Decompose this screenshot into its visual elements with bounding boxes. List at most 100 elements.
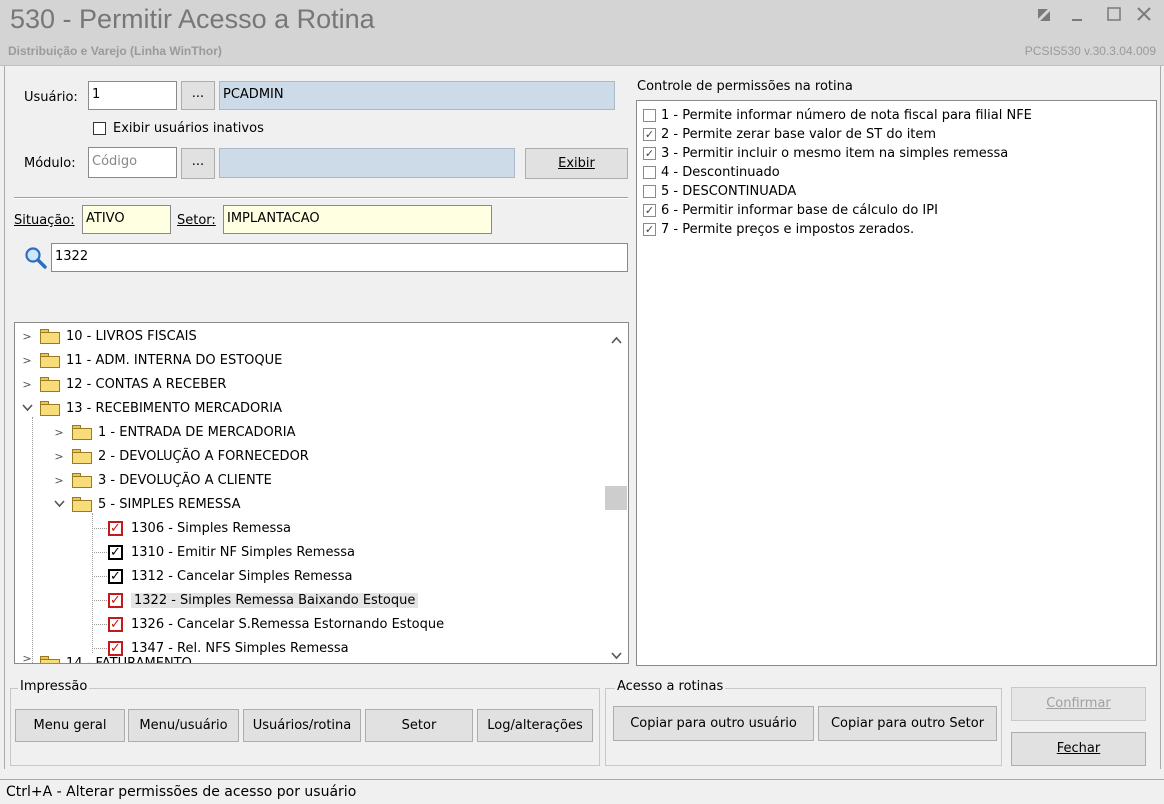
chevron-right-icon[interactable]: > bbox=[20, 330, 34, 343]
chevron-right-icon[interactable]: > bbox=[20, 354, 34, 367]
tree-node[interactable]: 5 - SIMPLES REMESSA bbox=[52, 493, 241, 515]
restore-icon[interactable] bbox=[1033, 6, 1055, 28]
tree-node[interactable]: > 12 - CONTAS A RECEBER bbox=[20, 373, 226, 395]
permission-checkbox[interactable] bbox=[643, 109, 656, 122]
scroll-down-icon[interactable] bbox=[611, 649, 622, 660]
routine-checkbox[interactable]: ✓ bbox=[108, 544, 123, 560]
modulo-lookup-button[interactable]: ... bbox=[181, 148, 215, 179]
routine-checkbox[interactable]: ✓ bbox=[108, 592, 123, 608]
situacao-label: Situação: bbox=[14, 213, 75, 229]
permissions-list: 1 - Permite informar número de nota fisc… bbox=[636, 100, 1157, 666]
tree-node-label: 11 - ADM. INTERNA DO ESTOQUE bbox=[66, 352, 283, 368]
permission-item[interactable]: ✓ 6 - Permitir informar base de cálculo … bbox=[643, 201, 938, 220]
tree-connector bbox=[92, 513, 93, 653]
tree-node-label: 2 - DEVOLUÇÃO A FORNECEDOR bbox=[98, 448, 309, 464]
chevron-right-icon[interactable]: > bbox=[52, 450, 66, 463]
tree-node-label: 1326 - Cancelar S.Remessa Estornando Est… bbox=[131, 616, 445, 632]
permission-label: 2 - Permite zerar base valor de ST do it… bbox=[661, 127, 937, 142]
tree-connector bbox=[92, 648, 107, 649]
tree-node-label: 5 - SIMPLES REMESSA bbox=[98, 496, 241, 512]
routine-checkbox[interactable]: ✓ bbox=[108, 640, 123, 656]
tree-node[interactable]: ✓ 1310 - Emitir NF Simples Remessa bbox=[108, 541, 355, 563]
minimize-icon[interactable] bbox=[1066, 6, 1088, 28]
tree-connector bbox=[92, 600, 107, 601]
routine-tree[interactable]: > 10 - LIVROS FISCAIS > 11 - ADM. INTERN… bbox=[14, 322, 629, 664]
setor-label-text: Setor: bbox=[177, 213, 216, 228]
close-icon[interactable] bbox=[1133, 6, 1155, 28]
log-alteracoes-button[interactable]: Log/alterações bbox=[477, 709, 593, 742]
permission-item[interactable]: ✓ 2 - Permite zerar base valor de ST do … bbox=[643, 125, 936, 144]
scroll-thumb[interactable] bbox=[605, 486, 627, 510]
permission-label: 7 - Permite preços e impostos zerados. bbox=[661, 222, 915, 237]
routine-checkbox[interactable]: ✓ bbox=[108, 568, 123, 584]
tree-node-partial[interactable]: > 14 - FATURAMENTO bbox=[20, 656, 192, 663]
maximize-icon[interactable] bbox=[1103, 6, 1125, 28]
exibir-button[interactable]: Exibir bbox=[525, 148, 628, 179]
permission-item[interactable]: ✓ 7 - Permite preços e impostos zerados. bbox=[643, 220, 914, 239]
copy-to-setor-button[interactable]: Copiar para outro Setor bbox=[818, 706, 997, 741]
menu-geral-button[interactable]: Menu geral bbox=[15, 709, 125, 742]
permission-label: 1 - Permite informar número de nota fisc… bbox=[661, 108, 1032, 123]
fechar-button[interactable]: Fechar bbox=[1011, 732, 1146, 766]
folder-icon bbox=[72, 472, 92, 488]
menu-usuario-button[interactable]: Menu/usuário bbox=[128, 709, 239, 742]
usuarios-rotina-button[interactable]: Usuários/rotina bbox=[243, 709, 361, 742]
setor-field: IMPLANTACAO bbox=[223, 205, 492, 234]
tree-node-label: 1347 - Rel. NFS Simples Remessa bbox=[131, 640, 349, 656]
permission-checkbox[interactable] bbox=[643, 185, 656, 198]
modulo-code-input[interactable]: Código bbox=[88, 147, 177, 178]
permission-item[interactable]: 5 - DESCONTINUADA bbox=[643, 182, 796, 201]
chevron-right-icon[interactable]: > bbox=[52, 426, 66, 439]
tree-node[interactable]: > 1 - ENTRADA DE MERCADORIA bbox=[52, 421, 295, 443]
routine-checkbox[interactable]: ✓ bbox=[108, 616, 123, 632]
chevron-right-icon[interactable]: > bbox=[20, 656, 34, 663]
situacao-field: ATIVO bbox=[82, 205, 171, 234]
tree-node[interactable]: > 3 - DEVOLUÇÃO A CLIENTE bbox=[52, 469, 272, 491]
acesso-title: Acesso a rotinas bbox=[615, 679, 726, 694]
inativos-checkbox[interactable] bbox=[93, 122, 106, 135]
permission-item[interactable]: 4 - Descontinuado bbox=[643, 163, 780, 182]
modulo-label: Módulo: bbox=[24, 156, 76, 171]
folder-icon bbox=[72, 496, 92, 512]
tree-node[interactable]: ✓ 1306 - Simples Remessa bbox=[108, 517, 291, 539]
status-bar: Ctrl+A - Alterar permissões de acesso po… bbox=[0, 779, 1164, 804]
usuario-code-input[interactable]: 1 bbox=[88, 81, 177, 110]
scroll-up-icon[interactable] bbox=[611, 333, 622, 344]
permission-item[interactable]: 1 - Permite informar número de nota fisc… bbox=[643, 106, 1032, 125]
tree-node-label: 3 - DEVOLUÇÃO A CLIENTE bbox=[98, 472, 272, 488]
modulo-name-field bbox=[219, 148, 515, 178]
routine-checkbox[interactable]: ✓ bbox=[108, 520, 123, 536]
folder-icon bbox=[40, 656, 60, 663]
tree-node-label: 1306 - Simples Remessa bbox=[131, 520, 291, 536]
tree-node-selected[interactable]: ✓ 1322 - Simples Remessa Baixando Estoqu… bbox=[108, 589, 419, 611]
chevron-right-icon[interactable]: > bbox=[52, 474, 66, 487]
permission-checkbox[interactable]: ✓ bbox=[643, 223, 656, 236]
fechar-label: Fechar bbox=[1056, 741, 1101, 756]
permission-checkbox[interactable]: ✓ bbox=[643, 147, 656, 160]
tree-node[interactable]: ✓ 1312 - Cancelar Simples Remessa bbox=[108, 565, 352, 587]
usuario-lookup-button[interactable]: ... bbox=[181, 81, 215, 110]
usuario-name-field: PCADMIN bbox=[219, 81, 615, 110]
setor-button[interactable]: Setor bbox=[365, 709, 473, 742]
tree-scrollbar[interactable] bbox=[605, 323, 628, 663]
chevron-down-icon[interactable] bbox=[20, 402, 34, 415]
permission-label: 6 - Permitir informar base de cálculo do… bbox=[661, 203, 938, 218]
chevron-right-icon[interactable]: > bbox=[20, 378, 34, 391]
window-subtitle: Distribuição e Varejo (Linha WinThor) bbox=[8, 44, 222, 58]
status-text: Ctrl+A - Alterar permissões de acesso po… bbox=[6, 784, 357, 800]
tree-connector bbox=[92, 576, 107, 577]
chevron-down-icon[interactable] bbox=[52, 498, 66, 511]
permission-checkbox[interactable]: ✓ bbox=[643, 128, 656, 141]
confirmar-button[interactable]: Confirmar bbox=[1011, 687, 1146, 721]
tree-node[interactable]: > 10 - LIVROS FISCAIS bbox=[20, 325, 197, 347]
permission-item[interactable]: ✓ 3 - Permitir incluir o mesmo item na s… bbox=[643, 144, 1008, 163]
tree-node[interactable]: 13 - RECEBIMENTO MERCADORIA bbox=[20, 397, 282, 419]
tree-node[interactable]: > 2 - DEVOLUÇÃO A FORNECEDOR bbox=[52, 445, 309, 467]
permission-checkbox[interactable] bbox=[643, 166, 656, 179]
folder-icon bbox=[40, 352, 60, 368]
copy-to-user-button[interactable]: Copiar para outro usuário bbox=[613, 706, 814, 741]
tree-node[interactable]: > 11 - ADM. INTERNA DO ESTOQUE bbox=[20, 349, 282, 371]
search-input[interactable]: 1322 bbox=[51, 243, 628, 272]
tree-node[interactable]: ✓ 1326 - Cancelar S.Remessa Estornando E… bbox=[108, 613, 444, 635]
permission-checkbox[interactable]: ✓ bbox=[643, 204, 656, 217]
